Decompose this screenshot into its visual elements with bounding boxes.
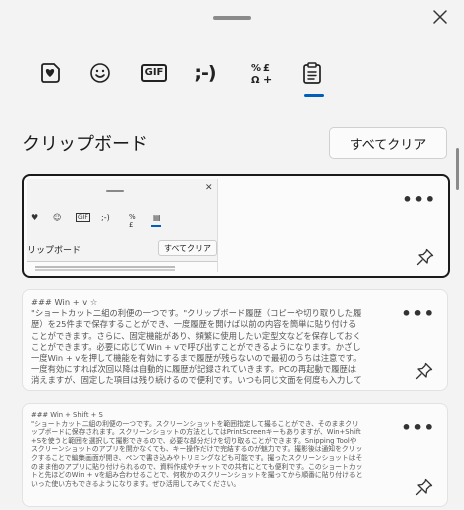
svg-text:+: + xyxy=(263,73,272,85)
thumb-drag-handle xyxy=(106,190,124,192)
clipboard-item-text-content: ### Win + Shift + S "ショートカット二組の利便の一つです。ス… xyxy=(31,411,363,488)
thumb-smiley-icon: ☺ xyxy=(53,213,62,222)
thumb-kaomoji-icon: ;-) xyxy=(101,213,110,222)
tab-gif[interactable]: GIF xyxy=(136,56,172,90)
more-options-button[interactable]: ••• xyxy=(401,418,435,437)
pin-icon[interactable] xyxy=(415,478,433,496)
tab-bar: GIF ;-) % £ Ω + xyxy=(0,56,464,100)
thumb-symbols-icon: %£ xyxy=(129,213,136,229)
more-options-button[interactable]: ••• xyxy=(402,190,436,209)
active-tab-indicator xyxy=(304,94,324,97)
drag-handle[interactable] xyxy=(213,16,251,20)
more-options-button[interactable]: ••• xyxy=(401,304,435,323)
tab-stickers[interactable] xyxy=(32,56,68,90)
heart-stickers-icon xyxy=(41,63,60,83)
thumb-clear-all: すべてクリア xyxy=(158,240,217,256)
pin-icon[interactable] xyxy=(416,248,434,266)
clipboard-item-text[interactable]: ### Win + v ☆ "ショートカット二組の利便の一つです。"クリップボー… xyxy=(22,289,448,391)
smiley-icon xyxy=(90,63,110,83)
close-button[interactable] xyxy=(428,6,452,28)
symbols-icon: % £ Ω + xyxy=(251,63,272,85)
gif-icon: GIF xyxy=(140,64,168,82)
thumb-clipboard-icon: ▤ xyxy=(153,213,161,222)
kaomoji-icon: ;-) xyxy=(194,62,216,84)
pin-icon[interactable] xyxy=(415,362,433,380)
thumb-next-item xyxy=(27,261,217,272)
clipboard-image-thumbnail: ✕ ♥ ☺ GIF ;-) %£ ▤ リップボード すべてクリア xyxy=(27,179,218,272)
clipboard-item-image[interactable]: ✕ ♥ ☺ GIF ;-) %£ ▤ リップボード すべてクリア ••• xyxy=(22,174,450,278)
svg-text:Ω: Ω xyxy=(251,75,260,85)
tab-symbols[interactable]: % £ Ω + xyxy=(244,56,280,90)
tab-clipboard[interactable] xyxy=(294,56,330,90)
tab-kaomoji[interactable]: ;-) xyxy=(187,56,223,90)
clipboard-title: クリップボード xyxy=(22,134,148,155)
scrollbar-thumb[interactable] xyxy=(456,148,459,190)
svg-text:%: % xyxy=(251,63,261,74)
clear-all-button[interactable]: すべてクリア xyxy=(329,127,447,159)
thumb-close-icon: ✕ xyxy=(205,183,213,193)
tab-emoji[interactable] xyxy=(82,56,118,90)
thumb-title: リップボード xyxy=(27,246,82,256)
clipboard-item-text-content: ### Win + v ☆ "ショートカット二組の利便の一つです。"クリップボー… xyxy=(31,297,362,387)
clipboard-icon xyxy=(303,62,321,84)
thumb-heart-icon: ♥ xyxy=(31,213,39,222)
thumb-tab-indicator xyxy=(151,225,161,227)
clipboard-item-text[interactable]: ### Win + Shift + S "ショートカット二組の利便の一つです。ス… xyxy=(22,403,448,507)
close-icon xyxy=(433,10,447,24)
thumb-gif-icon: GIF xyxy=(76,213,90,222)
